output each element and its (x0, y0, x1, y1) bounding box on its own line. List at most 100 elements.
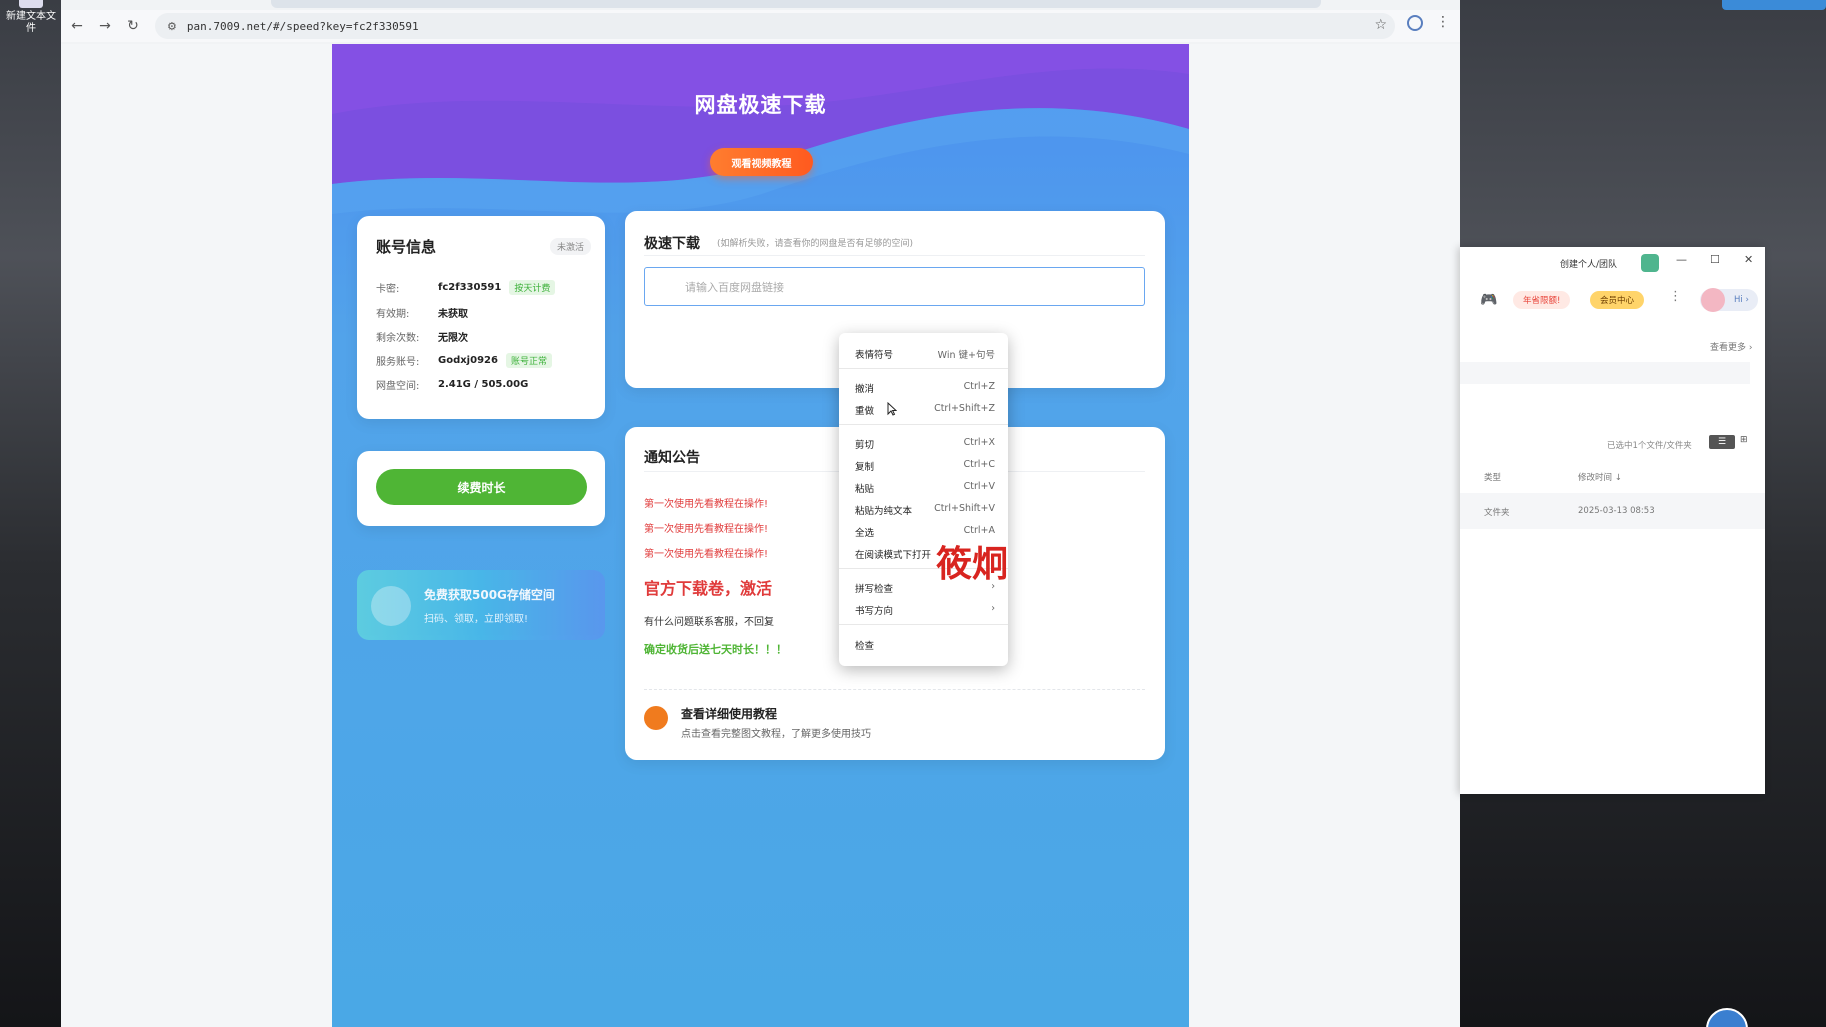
menu-item-cut[interactable]: 剪切 Ctrl+X (855, 437, 995, 451)
row-value: 2.41G / 505.00G (438, 379, 529, 390)
baidu-link-input[interactable]: 请输入百度网盘链接 (644, 267, 1145, 306)
selection-count: 已选中1个文件/文件夹 (1607, 441, 1692, 451)
notice-title: 通知公告 (644, 450, 700, 466)
row-label: 剩余次数: (376, 333, 420, 344)
menu-shortcut: Ctrl+Z (963, 381, 995, 392)
menu-item-copy[interactable]: 复制 Ctrl+C (855, 459, 995, 473)
menu-label: 粘贴为纯文本 (855, 506, 913, 517)
user-avatar[interactable] (1701, 288, 1725, 312)
menu-item-redo[interactable]: 重做 Ctrl+Shift+Z (855, 403, 995, 417)
address-bar[interactable]: ⚙ pan.7009.net/#/speed?key=fc2f330591 ☆ (155, 13, 1395, 39)
menu-item-paste-plain[interactable]: 粘贴为纯文本 Ctrl+Shift+V (855, 503, 995, 517)
menu-item-undo[interactable]: 撤消 Ctrl+Z (855, 381, 995, 395)
more-options-icon[interactable]: ⋮ (1669, 289, 1682, 304)
account-row-card-key: 卡密: fc2f330591 按天计费 (376, 280, 556, 295)
row-value: 无限次 (438, 333, 468, 344)
row-label: 有效期: (376, 309, 410, 320)
status-badge: 未激活 (549, 238, 591, 255)
account-row-remaining: 剩余次数: 无限次 (376, 329, 468, 344)
speed-hint: (如解析失败，请查看你的网盘是否有足够的空间) (717, 239, 914, 249)
browser-toolbar: ← → ↻ ⚙ pan.7009.net/#/speed?key=fc2f330… (61, 10, 1460, 42)
floating-assistant-icon[interactable] (1706, 1008, 1748, 1027)
site-settings-icon[interactable]: ⚙ (167, 20, 177, 33)
speed-title: 极速下载 (644, 236, 700, 252)
bookmark-star-icon[interactable]: ☆ (1374, 17, 1387, 33)
red-watermark-text: 筱炯 (936, 543, 1009, 585)
menu-label: 剪切 (855, 440, 875, 451)
team-avatar-icon[interactable] (1641, 254, 1659, 272)
menu-item-writing-direction[interactable]: 书写方向 › (855, 603, 995, 617)
cloud-drive-app-window: 创建个人/团队 — ☐ ✕ 🎮 年省限额! 会员中心 ⋮ Hi › 查看更多 ›… (1460, 247, 1765, 794)
billing-badge: 按天计费 (509, 280, 556, 295)
mouse-cursor-icon (887, 402, 897, 416)
back-button[interactable]: ← (65, 14, 89, 38)
menu-label: 撤消 (855, 384, 875, 395)
guide-title[interactable]: 查看详细使用教程 (681, 705, 777, 722)
renew-button[interactable]: 续费时长 (376, 469, 587, 505)
row-label: 服务账号: (376, 357, 420, 368)
list-view-icon[interactable]: ☰ (1709, 435, 1735, 449)
promo-icon (371, 586, 411, 626)
browser-window: ← → ↻ ⚙ pan.7009.net/#/speed?key=fc2f330… (61, 0, 1460, 1027)
row-value: 未获取 (438, 309, 468, 320)
account-row-storage: 网盘空间: 2.41G / 505.00G (376, 377, 528, 392)
account-row-service-account: 服务账号: Godxj0926 账号正常 (376, 353, 552, 368)
menu-item-emoji[interactable]: 表情符号 Win 键+句号 (855, 347, 995, 361)
browser-menu-icon[interactable]: ⋮ (1436, 14, 1450, 30)
close-icon[interactable]: ✕ (1744, 253, 1753, 266)
menu-label: 书写方向 (855, 606, 894, 617)
url-text: pan.7009.net/#/speed?key=fc2f330591 (186, 19, 419, 33)
row-label: 卡密: (376, 284, 400, 295)
notice-line: 第一次使用先看教程在操作! (644, 549, 769, 560)
grid-view-icon[interactable]: ⊞ (1740, 435, 1748, 445)
guide-icon[interactable] (644, 706, 668, 730)
vip-center-button[interactable]: 会员中心 (1590, 291, 1645, 309)
account-row-validity: 有效期: 未获取 (376, 305, 468, 320)
watch-tutorial-button[interactable]: 观看视频教程 (710, 148, 813, 176)
renew-card: 续费时长 (357, 451, 605, 526)
row-value: Godxj0926 (438, 355, 498, 366)
row-type: 文件夹 (1484, 508, 1510, 518)
notice-gift: 确定收货后送七天时长！！！ (644, 643, 787, 656)
row-value: fc2f330591 (438, 282, 502, 293)
desktop-text-file-icon[interactable]: 新建文本文 件 (6, 0, 56, 40)
download-page: 网盘极速下载 观看视频教程 账号信息 未激活 卡密: fc2f330591 按天… (332, 44, 1189, 1027)
menu-shortcut: Win 键+句号 (937, 350, 995, 361)
menu-item-paste[interactable]: 粘贴 Ctrl+V (855, 481, 995, 495)
account-title: 账号信息 (376, 238, 437, 256)
row-label: 网盘空间: (376, 381, 420, 392)
toolbar-strip (1460, 362, 1750, 384)
chevron-right-icon: › (991, 603, 995, 614)
game-controller-icon[interactable]: 🎮 (1480, 292, 1497, 308)
minimize-icon[interactable]: — (1676, 253, 1687, 266)
menu-separator (839, 624, 1008, 625)
extension-icon[interactable] (1407, 15, 1423, 31)
guide-subtitle: 点击查看完整图文教程，了解更多使用技巧 (681, 729, 871, 740)
forward-button[interactable]: → (93, 14, 117, 38)
notice-line: 第一次使用先看教程在操作! (644, 524, 769, 535)
menu-label: 在阅读模式下打开 (855, 550, 932, 561)
menu-shortcut: Ctrl+X (963, 437, 995, 448)
divider (644, 255, 1145, 256)
create-team-link[interactable]: 创建个人/团队 (1560, 257, 1617, 270)
maximize-icon[interactable]: ☐ (1710, 253, 1720, 266)
reload-button[interactable]: ↻ (121, 14, 145, 38)
menu-shortcut: Ctrl+V (963, 481, 995, 492)
tray-widget[interactable] (1722, 0, 1826, 10)
savings-badge[interactable]: 年省限额! (1513, 291, 1571, 309)
view-more-link[interactable]: 查看更多 › (1710, 340, 1752, 353)
menu-item-inspect[interactable]: 检查 (855, 638, 995, 652)
free-storage-banner[interactable]: 免费获取500G存储空间 扫码、领取，立即领取! (357, 570, 605, 640)
row-modified-time: 2025-03-13 08:53 (1578, 506, 1655, 516)
account-card: 账号信息 未激活 卡密: fc2f330591 按天计费 有效期: 未获取 剩余… (357, 216, 605, 419)
page-title: 网盘极速下载 (694, 93, 827, 117)
menu-label: 检查 (855, 641, 875, 652)
column-header-modified[interactable]: 修改时间 ↓ (1578, 471, 1622, 483)
menu-label: 拼写检查 (855, 584, 894, 595)
notice-contact: 有什么问题联系客服，不回复 (644, 617, 774, 628)
promo-title: 免费获取500G存储空间 (424, 588, 555, 602)
divider (644, 689, 1145, 690)
menu-shortcut: Ctrl+Shift+V (934, 503, 995, 514)
column-header-type[interactable]: 类型 (1484, 471, 1501, 483)
context-menu: 表情符号 Win 键+句号 撤消 Ctrl+Z 重做 Ctrl+Shift+Z 剪切 C… (839, 333, 1008, 666)
